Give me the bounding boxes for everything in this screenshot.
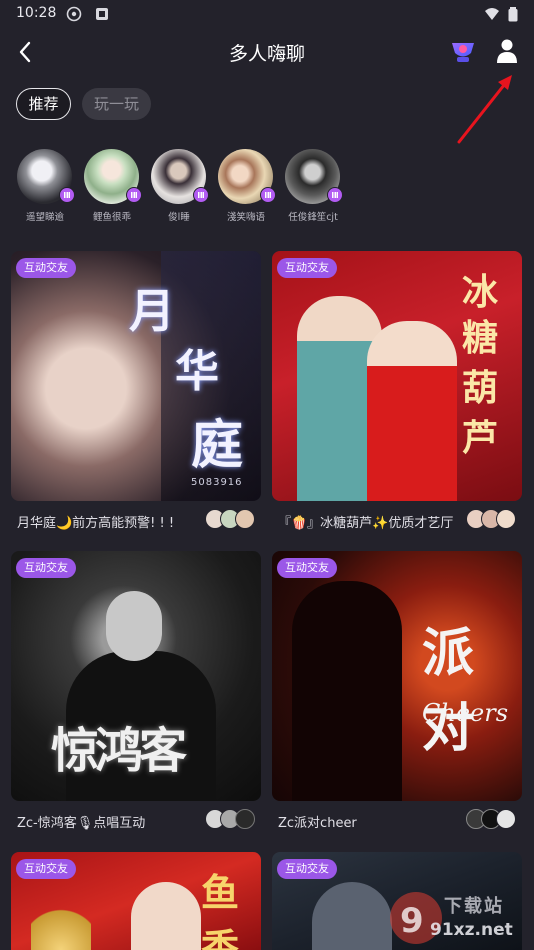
- live-indicator-icon: [260, 187, 276, 203]
- watermark-logo-text: 下载站: [444, 896, 504, 917]
- room-cover: 鱼香 互动交友: [11, 852, 261, 950]
- room-card[interactable]: 月 华 庭 5083916 互动交友 月华庭🌙前方高能预警! ! !: [11, 251, 261, 531]
- avatar: [218, 149, 276, 204]
- room-title: Zc派对cheer: [278, 816, 357, 831]
- cover-subtitle: Cheers: [422, 699, 509, 727]
- story-item[interactable]: 遥望睇逾: [17, 149, 75, 223]
- room-title: 月华庭🌙前方高能预警! ! !: [17, 516, 175, 531]
- room-members: [466, 509, 518, 531]
- avatar: [285, 149, 343, 204]
- member-avatar: [235, 509, 255, 529]
- watermark: 9 下载站 91xz.net: [386, 886, 534, 950]
- room-tag: 互动交友: [16, 258, 76, 278]
- room-tag: 互动交友: [16, 558, 76, 578]
- annotation-arrow: [457, 75, 512, 144]
- story-item[interactable]: 淺笑嗨语: [218, 149, 276, 223]
- svg-text:9: 9: [400, 901, 424, 941]
- room-title: Zc-惊鸿客🎙点唱互动: [17, 816, 146, 831]
- live-indicator-icon: [193, 187, 209, 203]
- avatar: [151, 149, 209, 204]
- room-members: [205, 509, 257, 531]
- room-card[interactable]: 冰 糖 葫 芦 互动交友 『🍿』冰糖葫芦✨优质才艺厅: [272, 251, 522, 531]
- live-indicator-icon: [126, 187, 142, 203]
- room-cover: 派对 Cheers 互动交友: [272, 551, 522, 801]
- member-avatar: [496, 509, 516, 529]
- room-tag: 互动交友: [277, 258, 337, 278]
- ranking-button[interactable]: [449, 38, 477, 66]
- cover-title-char: 糖: [462, 317, 499, 359]
- story-item[interactable]: 任俊鋒笙cjt: [285, 149, 343, 223]
- room-cover: 惊鸿客 互动交友: [11, 551, 261, 801]
- cover-title-text: 派对: [422, 623, 475, 759]
- room-card[interactable]: 派对 Cheers 互动交友 Zc派对cheer: [272, 551, 522, 831]
- avatar: [84, 149, 142, 204]
- wifi-icon: [484, 6, 500, 22]
- live-indicator-icon: [59, 187, 75, 203]
- member-avatar: [235, 809, 255, 829]
- cover-title-char: 芦: [462, 417, 499, 459]
- story-name: 任俊鋒笙cjt: [288, 212, 338, 223]
- cover-title-char: 华: [175, 346, 219, 397]
- cover-title-char: 月: [129, 284, 175, 338]
- member-avatar: [496, 809, 516, 829]
- live-indicator-icon: [327, 187, 343, 203]
- status-time: 10:28: [16, 5, 57, 21]
- cover-room-id: 5083916: [191, 477, 243, 488]
- room-members: [205, 809, 257, 831]
- room-card[interactable]: 惊鸿客 互动交友 Zc-惊鸿客🎙点唱互动: [11, 551, 261, 831]
- room-card[interactable]: 鱼香 互动交友: [11, 852, 261, 950]
- room-tag: 互动交友: [16, 859, 76, 879]
- room-cover: 月 华 庭 5083916 互动交友: [11, 251, 261, 501]
- room-title: 『🍿』冰糖葫芦✨优质才艺厅: [278, 516, 454, 531]
- story-item[interactable]: 俊l睡: [151, 149, 209, 223]
- tab-play[interactable]: 玩一玩: [82, 88, 151, 120]
- cover-title-text: 鱼香: [201, 870, 239, 950]
- header: 多人嗨聊: [0, 30, 534, 74]
- room-members: [466, 809, 518, 831]
- tab-recommend[interactable]: 推荐: [16, 88, 71, 120]
- cover-title-text: 惊鸿客: [51, 723, 187, 779]
- user-icon: [497, 39, 517, 63]
- avatar: [17, 149, 75, 204]
- watermark-text: 91xz.net: [430, 920, 513, 940]
- room-tag: 互动交友: [277, 859, 337, 879]
- cover-title-char: 葫: [462, 367, 499, 409]
- room-tag: 互动交友: [277, 558, 337, 578]
- battery-icon: [508, 6, 518, 22]
- trophy-icon: [452, 43, 474, 62]
- settings-status-icon: [66, 6, 82, 22]
- notification-status-icon: [94, 6, 110, 22]
- cover-title-char: 庭: [191, 415, 244, 476]
- status-bar: 10:28: [0, 0, 534, 28]
- profile-button[interactable]: [495, 37, 519, 65]
- story-item[interactable]: 鲤鱼很乖: [84, 149, 142, 223]
- room-cover: 冰 糖 葫 芦 互动交友: [272, 251, 522, 501]
- cover-title-char: 冰: [462, 271, 499, 313]
